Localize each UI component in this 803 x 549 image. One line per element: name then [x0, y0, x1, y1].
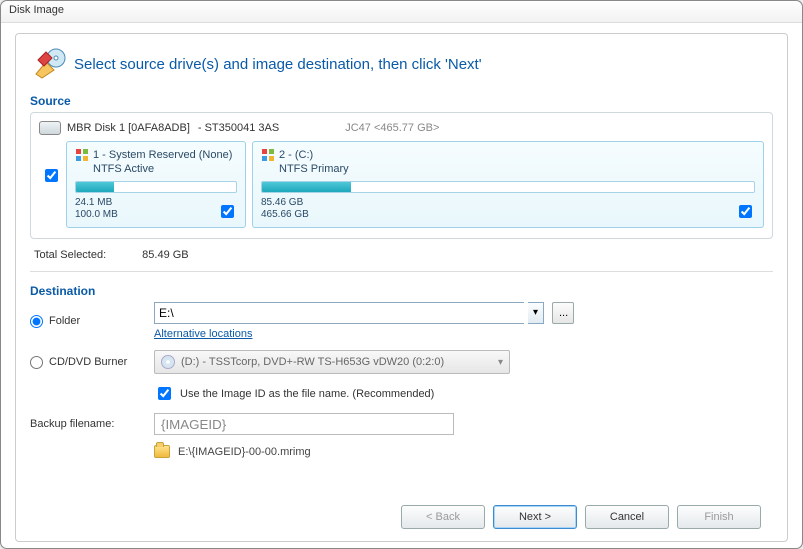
disk-header-row: MBR Disk 1 [0AFA8ADB] - ST350041 3AS JC4…	[39, 119, 764, 141]
total-selected-row: Total Selected: 85.49 GB	[30, 239, 773, 267]
partition-1-total: 100.0 MB	[75, 209, 237, 221]
burner-select[interactable]: (D:) - TSSTcorp, DVD+-RW TS-H653G vDW20 …	[154, 350, 510, 374]
destination-section-title: Destination	[30, 284, 773, 298]
partition-2-checkbox[interactable]	[739, 205, 752, 218]
partition-1-usage-bar	[75, 181, 237, 193]
wizard-title: Select source drive(s) and image destina…	[74, 56, 482, 73]
folder-radio-label: Folder	[49, 315, 80, 327]
partition-1[interactable]: 1 - System Reserved (None) NTFS Active 2…	[66, 141, 246, 228]
partition-1-used: 24.1 MB	[75, 197, 237, 209]
cancel-button[interactable]: Cancel	[585, 505, 669, 529]
wizard-header: Select source drive(s) and image destina…	[30, 42, 773, 90]
disk-model: - ST350041 3AS	[198, 122, 279, 134]
alternative-locations-link[interactable]: Alternative locations	[154, 328, 252, 340]
source-panel: MBR Disk 1 [0AFA8ADB] - ST350041 3AS JC4…	[30, 112, 773, 239]
burner-radio[interactable]	[30, 356, 43, 369]
backup-filename-label: Backup filename:	[30, 418, 150, 430]
windows-flag-icon	[75, 148, 89, 162]
source-section-title: Source	[30, 94, 773, 108]
partition-2-usage-bar	[261, 181, 755, 193]
partition-2-title: 2 - (C:)	[279, 149, 313, 161]
browse-button[interactable]: ...	[552, 302, 574, 324]
disk-extra: JC47 <465.77 GB>	[345, 122, 439, 134]
burner-value: (D:) - TSSTcorp, DVD+-RW TS-H653G vDW20 …	[181, 356, 444, 368]
folder-icon	[154, 445, 170, 458]
use-imageid-row[interactable]: Use the Image ID as the file name. (Reco…	[154, 384, 773, 403]
windows-flag-icon	[261, 148, 275, 162]
partition-2-used: 85.46 GB	[261, 197, 755, 209]
partition-2-total: 465.66 GB	[261, 209, 755, 221]
disc-icon	[161, 355, 175, 369]
output-path: E:\{IMAGEID}-00-00.mrimg	[178, 446, 311, 458]
folder-radio-row[interactable]: Folder	[30, 315, 150, 328]
burner-radio-label: CD/DVD Burner	[49, 356, 127, 368]
partition-1-sub: NTFS Active	[93, 163, 237, 175]
use-imageid-checkbox[interactable]	[158, 387, 171, 400]
total-selected-label: Total Selected:	[34, 249, 106, 261]
total-selected-value: 85.49 GB	[142, 249, 188, 261]
disk-image-wizard: Disk Image Select source drive(s) and im…	[0, 0, 803, 549]
use-imageid-label: Use the Image ID as the file name. (Reco…	[180, 388, 434, 400]
folder-radio[interactable]	[30, 315, 43, 328]
next-button[interactable]: Next >	[493, 505, 577, 529]
chevron-down-icon: ▾	[498, 357, 503, 368]
disk-label: MBR Disk 1 [0AFA8ADB]	[67, 122, 190, 134]
finish-button[interactable]: Finish	[677, 505, 761, 529]
burner-radio-row[interactable]: CD/DVD Burner	[30, 356, 150, 369]
partition-2[interactable]: 2 - (C:) NTFS Primary 85.46 GB 465.66 GB	[252, 141, 764, 228]
hdd-icon	[39, 121, 61, 135]
disk-select-checkbox[interactable]	[45, 169, 58, 182]
partition-2-sub: NTFS Primary	[279, 163, 755, 175]
backup-filename-input[interactable]	[154, 413, 454, 435]
wizard-button-bar: < Back Next > Cancel Finish	[30, 495, 773, 533]
partition-1-checkbox[interactable]	[221, 205, 234, 218]
window-title: Disk Image	[1, 1, 802, 23]
folder-path-input[interactable]	[154, 302, 524, 324]
partition-1-title: 1 - System Reserved (None)	[93, 149, 232, 161]
back-button[interactable]: < Back	[401, 505, 485, 529]
disk-image-icon	[34, 48, 66, 80]
folder-dropdown-button[interactable]: ▾	[528, 302, 544, 324]
